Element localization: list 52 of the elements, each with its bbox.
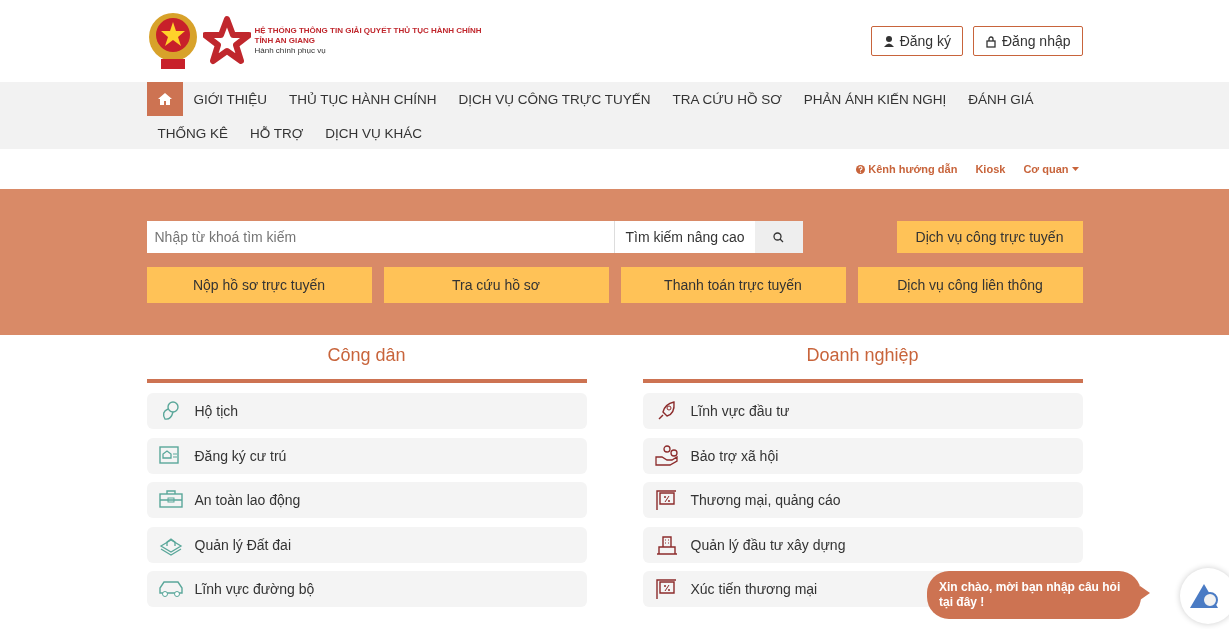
- chatbot-button[interactable]: [1180, 568, 1229, 624]
- column-title: Công dân: [146, 335, 587, 383]
- percent-sign-icon: [654, 489, 679, 511]
- nav-tab[interactable]: DỊCH VỤ KHÁC: [314, 116, 434, 150]
- category-item[interactable]: Lĩnh vực đầu tư: [642, 393, 1083, 429]
- nav-tab[interactable]: THỦ TỤC HÀNH CHÍNH: [278, 82, 448, 116]
- nav-tab[interactable]: THỐNG KÊ: [146, 116, 239, 150]
- category-item[interactable]: Quản lý Đất đai: [146, 526, 587, 563]
- category-item[interactable]: Đăng ký cư trú: [146, 437, 587, 474]
- online-service-button[interactable]: Dịch vụ công trực tuyến: [896, 221, 1083, 253]
- search-icon: [773, 231, 784, 243]
- nav-link[interactable]: Kiosk: [975, 163, 1006, 175]
- car-icon: [158, 578, 183, 600]
- user-icon: [882, 34, 895, 48]
- lock-icon: [985, 34, 997, 48]
- caret-icon: [1071, 167, 1079, 171]
- home-icon: [156, 92, 173, 106]
- category-item[interactable]: Quản lý đầu tư xây dựng: [642, 526, 1083, 563]
- quick-action-button[interactable]: Tra cứu hồ sơ: [383, 267, 609, 303]
- triangle-logo-icon: [1188, 582, 1220, 610]
- search-field[interactable]: Nhập từ khoá tìm kiếm Tìm kiếm nâng cao: [146, 221, 803, 253]
- nav-tab[interactable]: DỊCH VỤ CÔNG TRỰC TUYẾN: [447, 82, 662, 116]
- quick-action-button[interactable]: Dịch vụ công liên thông: [857, 267, 1083, 303]
- quick-action-button[interactable]: Thanh toán trực tuyến: [620, 267, 846, 303]
- help-icon: [856, 164, 866, 174]
- column-title: Doanh nghiệp: [642, 335, 1083, 383]
- category-item[interactable]: Hộ tịch: [146, 393, 587, 429]
- dropdown-link[interactable]: Cơ quan: [1023, 163, 1079, 175]
- register-button[interactable]: Đăng ký: [870, 26, 963, 56]
- nav-tab[interactable]: PHẢN ÁNH KIẾN NGHỊ: [792, 82, 958, 116]
- category-item[interactable]: Thương mại, quảng cáo: [642, 482, 1083, 518]
- home-tab[interactable]: [146, 82, 183, 116]
- logo-text-line: Hành chính phục vụ: [254, 46, 327, 56]
- hand-people-icon: [654, 444, 679, 467]
- nav-link[interactable]: Kênh hướng dẫn: [856, 163, 958, 175]
- nav-tab[interactable]: GIỚI THIỆU: [182, 82, 279, 116]
- search-button[interactable]: [754, 221, 803, 253]
- advanced-search-link[interactable]: Tìm kiếm nâng cao: [614, 221, 755, 253]
- category-item[interactable]: Bảo trợ xã hội: [642, 437, 1083, 474]
- login-button[interactable]: Đăng nhập: [973, 26, 1083, 56]
- category-item[interactable]: Lĩnh vực đường bộ: [146, 571, 587, 607]
- bubble-tail-icon: [1140, 586, 1150, 600]
- percent-sign-icon: [654, 578, 679, 600]
- nav-tab[interactable]: ĐÁNH GIÁ: [957, 82, 1045, 116]
- logo-text-line: TỈNH AN GIANG: [254, 36, 317, 46]
- briefcase-icon: [158, 489, 183, 511]
- nav-tab[interactable]: TRA CỨU HỒ SƠ: [661, 82, 793, 116]
- logo-text-line: HỆ THỐNG THÔNG TIN GIẢI QUYẾT THỦ TỤC HÀNH CHÍNH: [254, 26, 482, 36]
- nav-tab[interactable]: HỖ TRỢ: [239, 116, 315, 150]
- category-item[interactable]: An toàn lao động: [146, 482, 587, 518]
- building-icon: [654, 533, 679, 556]
- quick-action-button[interactable]: Nộp hồ sơ trực tuyến: [146, 267, 372, 303]
